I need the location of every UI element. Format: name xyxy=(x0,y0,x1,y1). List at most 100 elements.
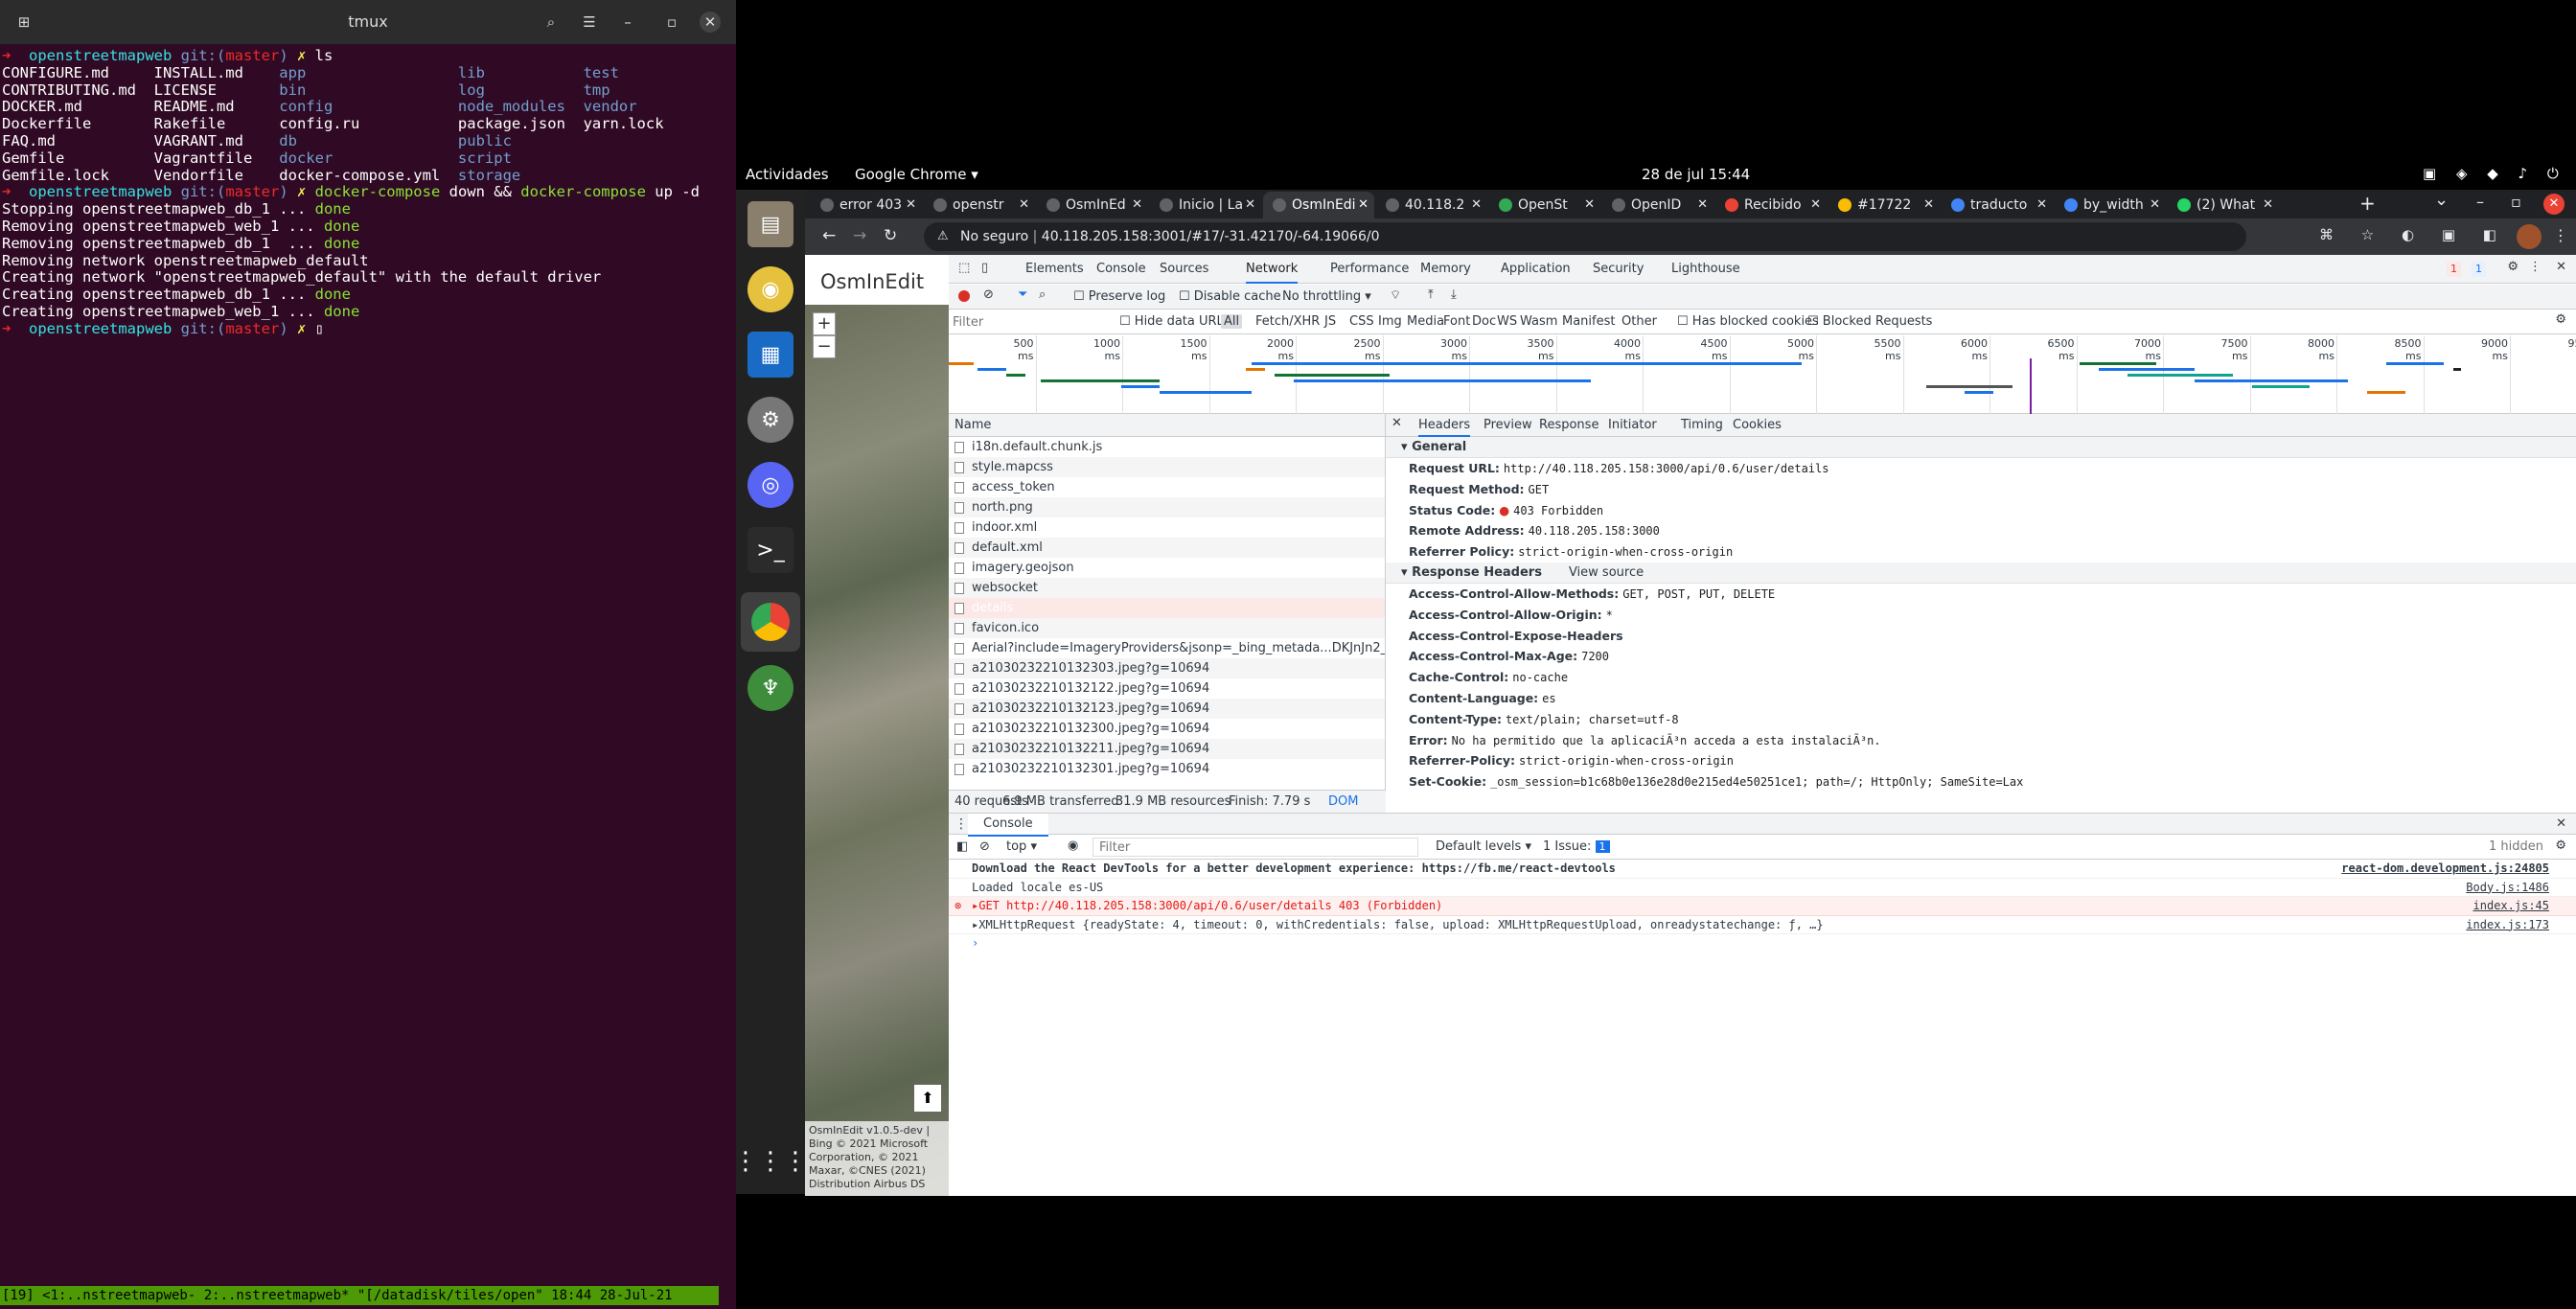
show-apps-icon[interactable]: ⋮⋮⋮ xyxy=(733,1138,808,1184)
new-tab-icon[interactable]: + xyxy=(2359,192,2376,215)
devtools-tab[interactable]: Console xyxy=(1096,255,1146,284)
request-row[interactable]: access_token xyxy=(949,477,1385,497)
type-filter-font[interactable]: Font xyxy=(1443,314,1470,329)
satellite-map[interactable]: + − ⬆ OsmInEdit v1.0.5-dev | Bing © 2021… xyxy=(805,305,949,1196)
browser-tab[interactable]: Recibido ✕ xyxy=(1715,192,1827,218)
menu-icon[interactable]: ☰ xyxy=(575,8,604,36)
type-filter-wasm[interactable]: Wasm xyxy=(1520,314,1557,329)
devtools-tab[interactable]: Security xyxy=(1593,255,1644,284)
console-source-link[interactable]: index.js:173 xyxy=(2466,916,2549,934)
browser-tab[interactable]: openstr ✕ xyxy=(924,192,1035,218)
console-filter-input[interactable] xyxy=(1092,838,1418,857)
issues-button[interactable]: 1 Issue: 1 xyxy=(1543,839,1610,854)
browser-tab[interactable]: OpenSt ✕ xyxy=(1489,192,1600,218)
type-filter-fetch-xhr[interactable]: Fetch/XHR xyxy=(1255,314,1320,329)
error-badge[interactable]: 1 xyxy=(2447,262,2461,277)
chrome-menu-icon[interactable]: ⋮ xyxy=(2553,226,2568,244)
console-clear-icon[interactable]: ⊘ xyxy=(979,839,990,854)
detail-tab-preview[interactable]: Preview xyxy=(1484,414,1532,437)
request-row[interactable]: a21030232210132303.jpeg?g=10694 xyxy=(949,658,1385,678)
tab-close-icon[interactable]: ✕ xyxy=(1697,192,1708,218)
detail-tab-response[interactable]: Response xyxy=(1539,414,1598,437)
type-filter-doc[interactable]: Doc xyxy=(1472,314,1496,329)
name-column-header[interactable]: Name xyxy=(949,414,1385,437)
browser-tab[interactable]: OsmInEd ✕ xyxy=(1037,192,1148,218)
tab-close-icon[interactable]: ✕ xyxy=(906,192,916,218)
zoom-in-button[interactable]: + xyxy=(813,312,836,335)
request-row[interactable]: indoor.xml xyxy=(949,517,1385,538)
console-message[interactable]: ⊗ ▸GET http://40.118.205.158:3000/api/0.6… xyxy=(949,897,2576,916)
network-settings-icon[interactable]: ⚙ xyxy=(2555,312,2566,327)
wifi-icon[interactable]: ⌔ xyxy=(1390,287,1401,303)
maximize-icon[interactable]: ▫ xyxy=(657,8,686,36)
request-row[interactable]: default.xml xyxy=(949,538,1385,558)
type-filter-all[interactable]: All xyxy=(1221,314,1243,329)
request-row[interactable]: favicon.ico xyxy=(949,618,1385,638)
tab-close-icon[interactable]: ✕ xyxy=(1132,192,1142,218)
detail-tab-cookies[interactable]: Cookies xyxy=(1733,414,1782,437)
tab-close-icon[interactable]: ✕ xyxy=(1584,192,1595,218)
avatar[interactable] xyxy=(2517,224,2542,249)
network-overview[interactable]: 500 ms 1000 ms 1500 ms 2000 ms 2500 ms 3000 m… xyxy=(949,335,2576,414)
blocked-cookies-checkbox[interactable]: ☐ Has blocked cookies xyxy=(1677,314,1819,329)
console-prompt[interactable]: › xyxy=(949,934,2576,953)
extension-icons[interactable]: ⌘ ☆ ◐ ▣ ◧ ✦ xyxy=(2319,226,2547,243)
devtools-menu-icon[interactable]: ⋮ xyxy=(2529,260,2542,274)
tab-close-icon[interactable]: ✕ xyxy=(1245,192,1255,218)
console-settings-icon[interactable]: ⚙ xyxy=(2555,838,2566,853)
tab-close-icon[interactable]: ✕ xyxy=(1923,192,1934,218)
address-bar[interactable]: ⚠ No seguro | 40.118.205.158:3001/#17/-3… xyxy=(924,222,2246,251)
type-filter-manifest[interactable]: Manifest xyxy=(1562,314,1615,329)
devtools-close-icon[interactable]: ✕ xyxy=(2556,260,2566,274)
browser-tab[interactable]: Inicio | La ✕ xyxy=(1150,192,1261,218)
request-row[interactable]: i18n.default.chunk.js xyxy=(949,437,1385,457)
type-filter-css[interactable]: CSS xyxy=(1349,314,1374,329)
terminal-output[interactable]: ➜ openstreetmapweb git:(master) ✗ ls CONF… xyxy=(2,47,736,338)
view-source-button[interactable]: View source xyxy=(1569,565,1644,580)
request-row[interactable]: websocket xyxy=(949,578,1385,598)
minimize-icon[interactable]: – xyxy=(2476,193,2484,211)
preserve-log-checkbox[interactable]: ☐ Preserve log xyxy=(1073,289,1165,304)
devtools-tab[interactable]: Elements xyxy=(1025,255,1084,284)
type-filter-media[interactable]: Media xyxy=(1407,314,1444,329)
blocked-requests-checkbox[interactable]: ☐ Blocked Requests xyxy=(1807,314,1932,329)
console-source-link[interactable]: react-dom.development.js:24805 xyxy=(2341,860,2549,878)
chrome-icon[interactable] xyxy=(741,592,800,652)
request-row[interactable]: a21030232210132122.jpeg?g=10694 xyxy=(949,678,1385,699)
disable-cache-checkbox[interactable]: ☐ Disable cache xyxy=(1179,289,1281,304)
system-tray-icons[interactable]: ▣ ◈ ◆ ♪ ⏻ xyxy=(2423,165,2566,182)
console-source-link[interactable]: Body.js:1486 xyxy=(2466,879,2549,897)
request-row[interactable]: imagery.geojson xyxy=(949,558,1385,578)
type-filter-other[interactable]: Other xyxy=(1622,314,1657,329)
request-row[interactable]: style.mapcss xyxy=(949,457,1385,477)
console-message[interactable]: ▸XMLHttpRequest {readyState: 4, timeout:… xyxy=(949,916,2576,934)
search-network-icon[interactable]: ⌕ xyxy=(1039,287,1046,302)
settings-icon[interactable]: ⚙ xyxy=(748,397,794,443)
tab-close-icon[interactable]: ✕ xyxy=(2150,192,2160,218)
tab-close-icon[interactable]: ✕ xyxy=(2263,192,2273,218)
log-levels-select[interactable]: Default levels ▾ xyxy=(1436,839,1531,854)
browser-tab[interactable]: (2) What ✕ xyxy=(2168,192,2279,218)
close-icon[interactable]: ✕ xyxy=(700,11,721,33)
reload-icon[interactable]: ↻ xyxy=(884,226,897,245)
files-icon[interactable]: ▤ xyxy=(748,201,794,247)
console-tab[interactable]: Console xyxy=(968,814,1048,837)
general-header[interactable]: ▾ General xyxy=(1386,437,2576,458)
sidebar-toggle-icon[interactable]: ◧ xyxy=(956,839,968,854)
clock[interactable]: 28 de jul 15:44 xyxy=(1642,166,1750,183)
activities-button[interactable]: Actividades xyxy=(746,166,829,183)
devtools-tab[interactable]: Lighthouse xyxy=(1671,255,1740,284)
tab-close-icon[interactable]: ✕ xyxy=(2036,192,2047,218)
request-row[interactable]: a21030232210132123.jpeg?g=10694 xyxy=(949,699,1385,719)
console-message[interactable]: Download the React DevTools for a better… xyxy=(949,860,2576,879)
tab-search-icon[interactable]: ⌄ xyxy=(2434,190,2449,210)
minimize-icon[interactable]: – xyxy=(613,8,642,36)
drawer-close-icon[interactable]: ✕ xyxy=(2556,814,2566,835)
back-icon[interactable]: ← xyxy=(822,226,836,245)
inspect-icon[interactable]: ⬚ xyxy=(958,261,970,275)
clear-icon[interactable]: ⊘ xyxy=(983,287,994,302)
request-row[interactable]: a21030232210132211.jpeg?g=10694 xyxy=(949,739,1385,759)
browser-tab[interactable]: traducto ✕ xyxy=(1942,192,2053,218)
maximize-icon[interactable]: ▫ xyxy=(2511,193,2521,211)
console-message[interactable]: Loaded locale es-US Body.js:1486 xyxy=(949,879,2576,897)
